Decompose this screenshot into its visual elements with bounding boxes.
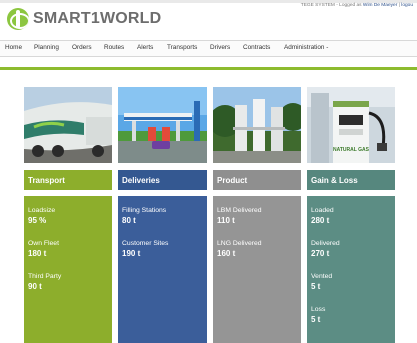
stat-label-third-party: Third Party — [28, 273, 62, 280]
stat-value-filling-stations: 80 t — [122, 216, 136, 225]
user-name-link[interactable]: Wim De Maeyer — [363, 3, 397, 8]
panel-header-product[interactable]: Product — [213, 170, 301, 190]
stat-value-lng-delivered: 160 t — [217, 249, 236, 258]
globe-icon — [7, 8, 29, 30]
stat-label-loaded: Loaded — [311, 207, 334, 214]
stat-value-own-fleet: 180 t — [28, 249, 47, 258]
stat-label-delivered: Delivered — [311, 240, 340, 247]
panel-header-deliveries[interactable]: Deliveries — [118, 170, 207, 190]
nav-planning[interactable]: Planning — [34, 44, 59, 51]
filling-station-photo — [118, 87, 207, 163]
panel-deliveries: Filling Stations 80 t Customer Sites 190… — [118, 196, 207, 343]
nav-transports[interactable]: Transports — [167, 44, 197, 51]
nav-home[interactable]: Home — [5, 44, 22, 51]
nav-routes[interactable]: Routes — [104, 44, 124, 51]
separator: | — [398, 3, 400, 8]
stat-value-loaded: 280 t — [311, 216, 330, 225]
nav-orders[interactable]: Orders — [72, 44, 92, 51]
logout-link[interactable]: logou — [401, 3, 413, 8]
panel-header-transport[interactable]: Transport — [24, 170, 112, 190]
stat-label-customer-sites: Customer Sites — [122, 240, 169, 247]
nav-drivers[interactable]: Drivers — [210, 44, 230, 51]
system-label: TEGE SYSTEM - Logged as — [300, 3, 362, 8]
header-divider — [0, 67, 417, 70]
lng-truck-photo — [24, 87, 112, 163]
stat-value-delivered: 270 t — [311, 249, 330, 258]
stat-label-lng-delivered: LNG Delivered — [217, 240, 262, 247]
brand-logo[interactable]: SMART1WORLD — [7, 8, 161, 30]
lng-tanks-photo — [213, 87, 301, 163]
stat-value-lbm-delivered: 110 t — [217, 216, 235, 225]
panel-header-gain-loss[interactable]: Gain & Loss — [307, 170, 395, 190]
stat-value-vented: 5 t — [311, 282, 321, 291]
nav-administration[interactable]: Administration - — [284, 44, 328, 51]
user-info: TEGE SYSTEM - Logged as Wim De Maeyer | … — [301, 3, 413, 8]
stat-label-own-fleet: Own Fleet — [28, 240, 59, 247]
nav-contracts[interactable]: Contracts — [243, 44, 270, 51]
stat-value-loss: 5 t — [311, 315, 321, 324]
stat-value-loadsize: 95 % — [28, 216, 47, 225]
brand-name: SMART1WORLD — [33, 10, 162, 27]
panel-product: LBM Delivered 110 t LNG Delivered 160 t — [213, 196, 301, 343]
stat-label-loadsize: Loadsize — [28, 207, 56, 214]
stat-label-lbm-delivered: LBM Delivered — [217, 207, 262, 214]
stat-label-vented: Vented — [311, 273, 333, 280]
stat-value-third-party: 90 t — [28, 282, 42, 291]
stat-value-customer-sites: 190 t — [122, 249, 141, 258]
main-nav: Home Planning Orders Routes Alerts Trans… — [0, 40, 417, 57]
nav-alerts[interactable]: Alerts — [137, 44, 153, 51]
stat-label-loss: Loss — [311, 306, 326, 313]
pump-label: NATURAL GAS — [333, 147, 370, 153]
panel-transport: Loadsize 95 % Own Fleet 180 t Third Part… — [24, 196, 112, 343]
panel-gain-loss: Loaded 280 t Delivered 270 t Vented 5 t … — [307, 196, 395, 343]
natural-gas-pump-photo: NATURAL GAS — [307, 87, 395, 163]
stat-label-filling-stations: Filling Stations — [122, 207, 167, 214]
